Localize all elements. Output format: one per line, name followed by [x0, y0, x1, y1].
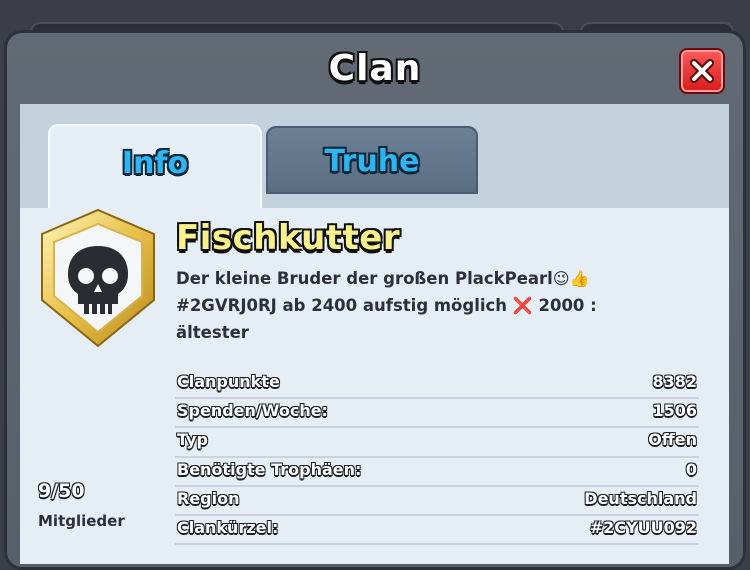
clan-description: Der kleine Bruder der großen PlackPearl😉…: [176, 265, 646, 346]
stat-label-typ: Typ: [177, 430, 208, 450]
window-title: Clan: [328, 48, 422, 89]
stat-row: Clanpunkte 8382: [175, 370, 699, 400]
description-line-3: ältester: [176, 323, 249, 342]
clan-stats-table: Clanpunkte 8382 Spenden/Woche: 1506 Typ …: [175, 370, 699, 546]
stat-label-clanpunkte: Clanpunkte: [177, 372, 280, 391]
stat-value-clanpunkte: 8382: [652, 372, 697, 391]
stat-label-clankuerzel: Clankürzel:: [177, 517, 279, 537]
stat-value-spenden: 1506: [652, 401, 697, 421]
stat-value-typ: Offen: [648, 430, 697, 450]
stat-label-region: Region: [177, 488, 240, 508]
stat-value-region: Deutschland: [584, 488, 697, 508]
cross-mark-icon: ❌: [512, 296, 533, 315]
stat-row: Clankürzel: #2CYUU092: [175, 516, 699, 546]
stat-row: Spenden/Woche: 1506: [175, 399, 699, 429]
stat-row: Region Deutschland: [175, 487, 699, 516]
stat-label-spenden: Spenden/Woche:: [177, 401, 328, 421]
stat-label-trophaeen: Benötigte Trophäen:: [177, 459, 362, 479]
close-button[interactable]: [679, 48, 725, 94]
tab-truhe[interactable]: Truhe: [266, 126, 478, 194]
description-line-1: Der kleine Bruder der großen PlackPearl: [176, 269, 553, 288]
stat-value-clankuerzel[interactable]: #2CYUU092: [590, 518, 697, 537]
stat-row: Benötigte Trophäen: 0: [175, 458, 699, 487]
description-line-2-end: 2000 :: [538, 296, 597, 315]
members-label: Mitglieder: [38, 512, 125, 530]
tab-info[interactable]: Info: [48, 124, 262, 208]
clan-badge: [40, 208, 156, 352]
wink-thumbs-emoji: 😉👍: [552, 269, 590, 288]
clan-name: Fischkutter: [176, 218, 401, 258]
stat-row: Typ Offen: [175, 428, 699, 458]
stat-value-trophaeen: 0: [685, 459, 697, 479]
description-line-2: #2GVRJ0RJ ab 2400 aufstig möglich: [176, 296, 508, 315]
close-icon: [690, 59, 714, 83]
members-count: 9/50: [38, 480, 85, 502]
